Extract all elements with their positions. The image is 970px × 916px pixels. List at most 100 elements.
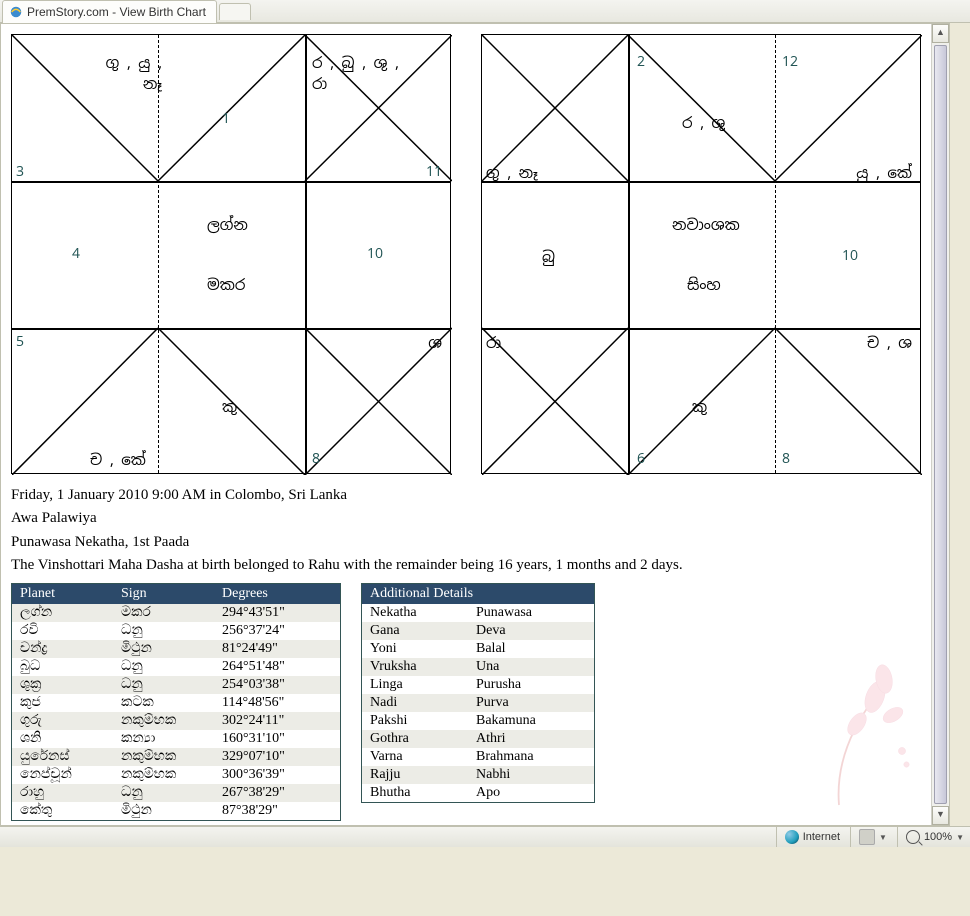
- cell-degrees: 81°24'49": [214, 640, 341, 658]
- table-row: LingaPurusha: [362, 676, 595, 694]
- nav-house-11-planets: යු , කේ: [856, 163, 912, 184]
- table-row: බුධධනු264°51'48": [12, 658, 341, 676]
- cell-value: Punawasa: [468, 604, 595, 622]
- security-zone[interactable]: Internet: [776, 827, 840, 847]
- cell-key: Varna: [362, 748, 469, 766]
- table-row: BhuthaApo: [362, 784, 595, 803]
- cell-sign: ධනු: [113, 622, 214, 640]
- cell-planet: ගුරු: [12, 712, 114, 730]
- cell-key: Pakshi: [362, 712, 469, 730]
- ie-icon: [9, 5, 23, 19]
- rasi-center-label1: ලග්න: [207, 215, 248, 236]
- cell-sign: මිථුන: [113, 640, 214, 658]
- rasi-house-4: 4: [72, 245, 80, 265]
- browser-tab-active[interactable]: PremStory.com - View Birth Chart: [2, 0, 217, 23]
- zoom-control[interactable]: 100% ▼: [897, 827, 964, 847]
- cell-key: Gana: [362, 622, 469, 640]
- thithi: Awa Palawiya: [11, 507, 939, 530]
- th-degrees: Degrees: [214, 584, 341, 605]
- planet-positions-table: Planet Sign Degrees ලග්නමකර294°43'51"රවි…: [11, 583, 341, 821]
- cell-key: Nadi: [362, 694, 469, 712]
- rasi-house-8: 8: [312, 450, 320, 470]
- cell-value: Bakamuna: [468, 712, 595, 730]
- chevron-down-icon: ▼: [956, 833, 964, 842]
- table-row: VarnaBrahmana: [362, 748, 595, 766]
- table-row: කුජකටක114°48'56": [12, 694, 341, 712]
- rasi-house-7-planets: කු: [222, 397, 237, 418]
- scroll-up-button[interactable]: ▲: [932, 24, 949, 43]
- nav-house-5-planets: රා: [486, 333, 501, 354]
- cell-key: Bhutha: [362, 784, 469, 803]
- th-sign: Sign: [113, 584, 214, 605]
- table-row: NadiPurva: [362, 694, 595, 712]
- rasi-chart: ගු , යු , නෑ 1 ර , බු , ශු , රා 3 11 4 ල…: [11, 34, 451, 474]
- birth-info-block: Friday, 1 January 2010 9:00 AM in Colomb…: [11, 484, 939, 577]
- cell-value: Brahmana: [468, 748, 595, 766]
- zoom-level: 100%: [924, 831, 952, 843]
- table-row: කේතුමිථුන87°38'29": [12, 802, 341, 821]
- cell-sign: කටක: [113, 694, 214, 712]
- cell-degrees: 300°36'39": [214, 766, 341, 784]
- cell-degrees: 256°37'24": [214, 622, 341, 640]
- page-viewport: ගු , යු , නෑ 1 ර , බු , ශු , රා 3 11 4 ල…: [0, 23, 950, 826]
- th-additional: Additional Details: [362, 584, 595, 605]
- cell-key: Nekatha: [362, 604, 469, 622]
- cell-value: Nabhi: [468, 766, 595, 784]
- cell-sign: නකුම්භක: [113, 748, 214, 766]
- nav-center-label2: සිංහ: [687, 275, 721, 296]
- cell-sign: මිථුන: [113, 802, 214, 821]
- cell-sign: කන්‍යා: [113, 730, 214, 748]
- cell-value: Una: [468, 658, 595, 676]
- rasi-house-9-planets: ශ: [428, 333, 442, 354]
- cell-degrees: 267°38'29": [214, 784, 341, 802]
- cell-planet: බුධ: [12, 658, 114, 676]
- table-row: ශනිකන්‍යා160°31'10": [12, 730, 341, 748]
- shield-icon: [859, 829, 875, 845]
- cell-planet: යුරේනස්: [12, 748, 114, 766]
- cell-degrees: 329°07'10": [214, 748, 341, 766]
- cell-value: Athri: [468, 730, 595, 748]
- nav-house-10: 10: [842, 247, 858, 267]
- nav-center-label1: නවාංශක: [672, 215, 740, 236]
- table-row: GanaDeva: [362, 622, 595, 640]
- scroll-down-button[interactable]: ▼: [932, 806, 949, 825]
- cell-key: Rajju: [362, 766, 469, 784]
- protected-mode-indicator[interactable]: ▼: [850, 827, 887, 847]
- rasi-house-5: 5: [16, 333, 24, 353]
- cell-sign: නකුම්භක: [113, 766, 214, 784]
- vertical-scrollbar[interactable]: ▲ ▼: [931, 24, 949, 825]
- table-row: NekathaPunawasa: [362, 604, 595, 622]
- cell-planet: කුජ: [12, 694, 114, 712]
- browser-tab-bar: PremStory.com - View Birth Chart: [0, 0, 970, 23]
- dasha-note: The Vinshottari Maha Dasha at birth belo…: [11, 554, 939, 577]
- page-content: ගු , යු , නෑ 1 ර , බු , ශු , රා 3 11 4 ල…: [1, 24, 949, 825]
- rasi-house-12-planets: ර , බු , ශු , රා: [312, 53, 399, 95]
- table-row: ගුරුනකුම්භක302°24'11": [12, 712, 341, 730]
- table-row: RajjuNabhi: [362, 766, 595, 784]
- cell-degrees: 114°48'56": [214, 694, 341, 712]
- additional-details-table: Additional Details NekathaPunawasaGanaDe…: [361, 583, 595, 803]
- nav-house-1-planets: ර , ශු: [682, 113, 725, 134]
- browser-status-bar: Internet ▼ 100% ▼: [0, 826, 970, 847]
- navamsa-chart: 2 12 ර , ශු ගු , නෑ යු , කේ නවාංශක බු සි…: [481, 34, 921, 474]
- nav-house-8: 8: [782, 450, 790, 470]
- cell-sign: ධනු: [113, 676, 214, 694]
- rasi-house-11: 11: [426, 163, 442, 183]
- cell-planet: රවි: [12, 622, 114, 640]
- table-row: යුරේනස්නකුම්භක329°07'10": [12, 748, 341, 766]
- cell-planet: කේතු: [12, 802, 114, 821]
- th-planet: Planet: [12, 584, 114, 605]
- table-row: චන්ද්‍රමිථුන81°24'49": [12, 640, 341, 658]
- cell-key: Gothra: [362, 730, 469, 748]
- cell-key: Linga: [362, 676, 469, 694]
- cell-degrees: 302°24'11": [214, 712, 341, 730]
- scroll-thumb[interactable]: [934, 45, 947, 804]
- rasi-center-label2: මකර: [207, 275, 245, 296]
- birth-datetime-location: Friday, 1 January 2010 9:00 AM in Colomb…: [11, 484, 939, 507]
- cell-value: Apo: [468, 784, 595, 803]
- globe-icon: [785, 830, 799, 844]
- cell-planet: රාහු: [12, 784, 114, 802]
- new-tab-button[interactable]: [219, 3, 251, 20]
- nekatha-paada: Punawasa Nekatha, 1st Paada: [11, 531, 939, 554]
- cell-sign: නකුම්භක: [113, 712, 214, 730]
